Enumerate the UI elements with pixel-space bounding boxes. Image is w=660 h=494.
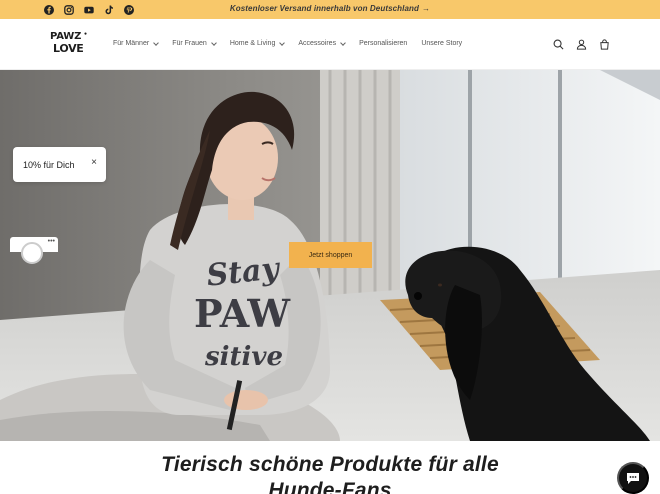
nav-item-home-living[interactable]: Home & Living — [229, 39, 286, 47]
header-actions — [552, 37, 611, 51]
site-header: PAWZ ● LOVE Für Männer Für Frauen Home &… — [0, 19, 660, 70]
nav-item-label: Home & Living — [229, 40, 276, 47]
shop-now-button[interactable]: Jetzt shoppen — [289, 242, 372, 268]
nav-item-unsere-story[interactable]: Unsere Story — [421, 40, 462, 47]
nav-item-maenner[interactable]: Für Männer — [113, 39, 160, 47]
trust-badge-widget[interactable]: ••• — [10, 237, 58, 264]
arrow-right-icon: → — [422, 4, 431, 13]
hero-banner: Stay PAW sitive Jetzt shoppen — [0, 70, 660, 441]
chevron-down-icon — [210, 39, 217, 46]
more-options-icon[interactable]: ••• — [48, 238, 55, 245]
announcement-bar: Kostenloser Versand innerhalb von Deutsc… — [0, 0, 660, 19]
nav-item-frauen[interactable]: Für Frauen — [172, 39, 217, 47]
nav-item-label: Für Frauen — [172, 40, 207, 47]
chevron-down-icon — [279, 39, 286, 46]
chevron-down-icon — [340, 39, 346, 46]
nav-item-label: Personalisieren — [359, 40, 408, 47]
nav-item-personalisieren[interactable]: Personalisieren — [359, 40, 407, 47]
nav-item-label: Unsere Story — [421, 40, 463, 47]
search-icon[interactable] — [552, 37, 565, 51]
shirt-print-line-3: sitive — [204, 342, 283, 372]
discount-label: 10% für Dich — [23, 159, 75, 170]
paw-icon: ● — [84, 31, 88, 37]
logo-line-2: LOVE — [53, 42, 84, 55]
nav-item-accessoires[interactable]: Accessoires — [298, 39, 346, 47]
shirt-print-line-2: PAW — [194, 291, 291, 336]
account-icon[interactable] — [575, 37, 588, 51]
announcement-link[interactable]: Kostenloser Versand innerhalb von Deutsc… — [0, 4, 660, 13]
chevron-down-icon — [153, 39, 160, 46]
chat-icon — [627, 473, 639, 484]
cart-icon[interactable] — [598, 37, 611, 51]
nav-item-label: Für Männer — [113, 40, 150, 47]
nav-item-label: Accessoires — [298, 40, 337, 47]
announcement-text: Kostenloser Versand innerhalb von Deutsc… — [229, 4, 420, 13]
close-icon[interactable]: × — [91, 158, 97, 168]
trust-seal-icon — [21, 242, 43, 264]
main-navigation: Für Männer Für Frauen Home & Living Acce… — [113, 39, 462, 47]
logo[interactable]: PAWZ ● LOVE — [50, 31, 90, 59]
discount-popup[interactable]: 10% für Dich × — [13, 147, 106, 182]
page-headline: Tierisch schöne Produkte für alle Hunde-… — [161, 453, 499, 494]
chat-button[interactable] — [617, 462, 649, 494]
logo-line-1: PAWZ — [50, 31, 82, 42]
